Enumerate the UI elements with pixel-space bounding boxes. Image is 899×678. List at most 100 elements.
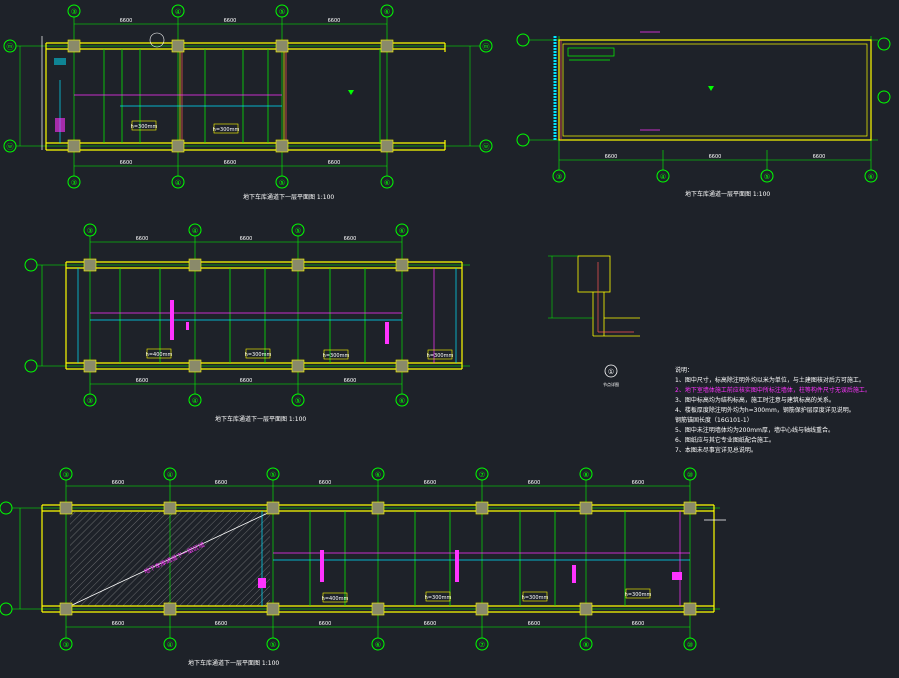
plan3-span-dim: 6600 xyxy=(344,236,357,242)
plan3-thickness-boxes xyxy=(146,348,453,360)
plan1-span-dim: 6600 xyxy=(224,18,237,24)
plan2-title: 地下车库通道一层平面图 1:100 xyxy=(685,190,770,198)
cad-drawing-canvas: ③ ④ ⑤ ⑥ ③ ④ ⑤ ⑥ ⓜ ⓦ ⓜ ⓦ 6600 6600 6600 6… xyxy=(0,4,891,667)
plan4-title: 地下车库通道下一层平面图 1:100 xyxy=(188,659,279,667)
plan1-axis-label: ③ xyxy=(71,179,77,187)
notes-item: 钢筋锚固长度（16G101-1） xyxy=(675,417,753,424)
plan4-span-dim: 6600 xyxy=(215,621,228,627)
plan4-axis-label: ④ xyxy=(167,641,173,649)
plan4-span-dim: 6600 xyxy=(112,480,125,486)
plan1-axis-label: ③ xyxy=(71,8,77,16)
plan4-span-dim: 6600 xyxy=(424,621,437,627)
plan4-axis-label: ⑦ xyxy=(479,471,485,479)
plan1-inner-lines xyxy=(41,36,381,150)
plan4-axis-label: ③ xyxy=(63,641,69,649)
plan1-axis-label: ④ xyxy=(175,179,181,187)
plan3-axis-label: ④ xyxy=(192,227,198,235)
plan3-axis-label: ⑥ xyxy=(399,397,405,405)
plan4-axis-label: ⑥ xyxy=(375,471,381,479)
plan1-axis-lines xyxy=(16,17,480,176)
plan4-inner xyxy=(261,511,726,606)
plan3-thickness-label: h=300mm xyxy=(245,352,272,358)
plan1-axis-label: ④ xyxy=(175,8,181,16)
plan4-thickness-label: h=300mm xyxy=(425,595,452,601)
plan1-columns xyxy=(67,39,394,153)
notes-item: 4、楼板厚度除注明外均为h=300mm，钢筋保护层厚度详见说明。 xyxy=(675,407,855,414)
plan1-axis-label: ⑤ xyxy=(279,8,285,16)
plan2-span-dim: 6600 xyxy=(813,154,826,160)
plan4-thickness-boxes xyxy=(322,588,651,603)
notes-item: 6、图纸应与其它专业图纸配合施工。 xyxy=(675,437,775,444)
plan1-row-label: ⓜ xyxy=(483,43,490,51)
plan3-axis-label: ④ xyxy=(192,397,198,405)
plan3-span-dim: 6600 xyxy=(136,236,149,242)
notes-heading: 说明： xyxy=(675,367,694,374)
plan1-thickness-label: h=300mm xyxy=(213,127,240,133)
plan-3: ③ ④ ⑤ ⑥ ③ ④ ⑤ ⑥ 6600 6600 6600 6600 6600… xyxy=(24,223,470,423)
plan1-walls xyxy=(45,42,446,151)
plan3-thickness-label: h=300mm xyxy=(427,353,454,359)
plan1-axis-bubbles-top xyxy=(3,4,493,189)
plan3-title: 地下车库通道下一层平面图 1:100 xyxy=(215,415,306,423)
plan3-axis-label: ③ xyxy=(87,397,93,405)
plan2-axis-label: ④ xyxy=(660,173,666,181)
plan-2: ③ ④ ⑤ ⑥ 6600 6600 6600 地下车库通道一层平面图 1:100 xyxy=(516,31,891,198)
notes-panel: 说明： 1、图中尺寸，标高除注明外均以米为单位，与土建图核对后方可施工。 2、地… xyxy=(675,366,890,456)
plan1-axis-label: ⑤ xyxy=(279,179,285,187)
plan4-axis-label: ⑧ xyxy=(583,641,589,649)
plan4-axis-label: ⑤ xyxy=(270,471,276,479)
plan4-span-dim: 6600 xyxy=(528,480,541,486)
notes-item: 1、图中尺寸，标高除注明外均以米为单位，与土建图核对后方可施工。 xyxy=(675,377,865,384)
plan1-labels: h=300mm h=300mm xyxy=(54,32,354,134)
plan2-inner xyxy=(553,31,660,140)
plan1-axis-label: ⑥ xyxy=(384,8,390,16)
plan3-thickness-label: h=300mm xyxy=(323,353,350,359)
notes-item: 2、地下室墙体施工前应核实图中所标注墙体，柱等构件尺寸无误后施工。 xyxy=(675,387,871,394)
plan1-axis-label: ⑥ xyxy=(384,179,390,187)
plan4-axis-label: ⑤ xyxy=(270,641,276,649)
plan4-span-dim: 6600 xyxy=(632,621,645,627)
plan4-axis-label: ⑩ xyxy=(687,641,693,649)
plan3-span-dim: 6600 xyxy=(240,378,253,384)
detail-section: ① 节点详图 xyxy=(548,255,640,387)
plan2-axis-label: ⑤ xyxy=(764,173,770,181)
notes-item: 7、本图未尽事宜详见总说明。 xyxy=(675,447,757,454)
plan1-span-dim: 6600 xyxy=(328,160,341,166)
plan-4: ③ ④ ⑤ ⑥ ⑦ ⑧ ⑩ ③ ④ ⑤ ⑥ ⑦ ⑧ ⑩ 6600 6600 66… xyxy=(0,467,726,667)
plan4-axis-label: ⑧ xyxy=(583,471,589,479)
plan4-axis-label: ④ xyxy=(167,471,173,479)
detail-caption: 节点详图 xyxy=(603,381,619,387)
plan1-title: 地下车库通道下一层平面图 1:100 xyxy=(243,193,334,201)
plan4-thickness-label: h=400mm xyxy=(322,596,349,602)
plan4-axis-label: ⑦ xyxy=(479,641,485,649)
plan4-span-dim: 6600 xyxy=(215,480,228,486)
plan3-magenta-marks xyxy=(170,300,389,344)
plan4-span-dim: 6600 xyxy=(319,480,332,486)
plan2-span-dim: 6600 xyxy=(605,154,618,160)
plan2-north-marker xyxy=(708,86,714,91)
plan4-axis-label: ⑥ xyxy=(375,641,381,649)
plan3-axis-label: ⑤ xyxy=(295,397,301,405)
plan4-thickness-label: h=300mm xyxy=(522,595,549,601)
plan4-span-dim: 6600 xyxy=(319,621,332,627)
plan1-row-label: ⓦ xyxy=(7,143,14,151)
plan2-walls xyxy=(558,39,872,141)
plan2-axis-label: ⑥ xyxy=(868,173,874,181)
plan4-thickness-label: h=300mm xyxy=(625,592,652,598)
plan1-span-dim: 6600 xyxy=(120,18,133,24)
notes-item: 5、图中未注明墙体均为200mm厚，墙中心线与轴线重合。 xyxy=(675,427,834,434)
plan1-row-label: ⓜ xyxy=(7,43,14,51)
plan4-span-dim: 6600 xyxy=(528,621,541,627)
plan1-thickness-label: h=300mm xyxy=(131,124,158,130)
notes-item: 3、图中标高均为结构标高，施工时注意与建筑标高的关系。 xyxy=(675,397,835,404)
plan4-magenta-marks xyxy=(258,550,682,588)
plan3-thickness-label: h=400mm xyxy=(146,352,173,358)
plan3-axis-label: ⑤ xyxy=(295,227,301,235)
plan1-span-dim: 6600 xyxy=(224,160,237,166)
plan1-span-dim: 6600 xyxy=(328,18,341,24)
plan3-span-dim: 6600 xyxy=(344,378,357,384)
plan4-span-dim: 6600 xyxy=(112,621,125,627)
plan4-span-dim: 6600 xyxy=(424,480,437,486)
plan4-span-dim: 6600 xyxy=(632,480,645,486)
detail-marker: ① xyxy=(608,368,614,376)
